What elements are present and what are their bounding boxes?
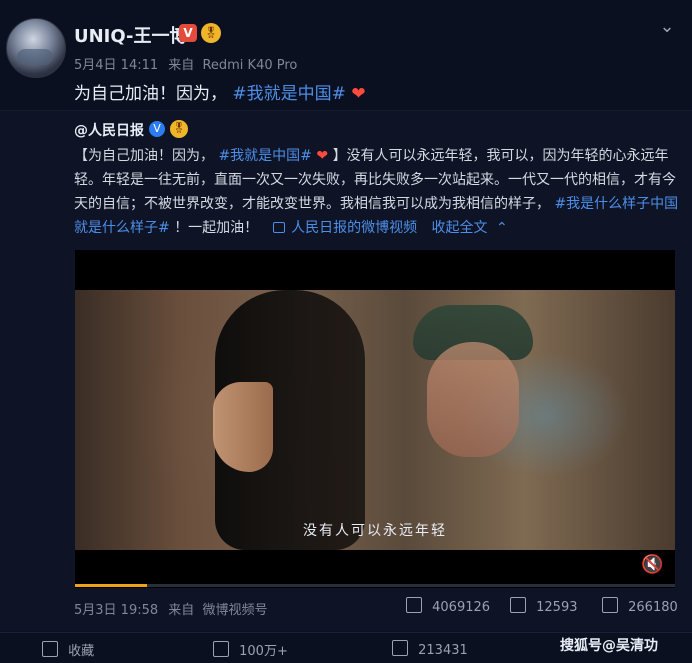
chevron-down-icon[interactable]: ⌄ [654,14,680,40]
post-source: Redmi K40 Pro [202,58,298,73]
video-link-label: 人民日报的微博视频 [291,220,418,236]
quoted-medal-badge: 🎖 [170,120,188,138]
video-progress-track[interactable] [75,584,675,587]
like-icon [602,597,618,613]
hashtag-link[interactable]: #我就是中国# [232,84,346,104]
comment-icon [510,597,526,613]
favorite-button[interactable]: 收藏 [42,640,94,659]
quoted-author-mention[interactable]: @人民日报 [74,120,144,140]
collapse-link[interactable]: 收起全文 ⌃ [432,220,508,236]
video-source: 微博视频号 [202,603,268,618]
collapse-arrow-icon: ⌃ [496,220,508,236]
video-progress-fill [75,584,147,587]
video-share-stat[interactable]: 4069126 [406,597,490,615]
quoted-verified-badge: V [149,121,165,137]
quoted-hashtag-1[interactable]: #我就是中国# [218,148,311,164]
collapse-label: 收起全文 [431,220,488,236]
post-text-prefix: 为自己加油！因为， [74,84,227,104]
video-date[interactable]: 5月3日 19:58 [74,603,158,618]
author-name[interactable]: UNIQ-王一博 [74,22,187,48]
video-link[interactable]: 人民日报的微博视频 [272,220,422,236]
share-count: 4069126 [432,600,491,615]
share-button[interactable]: 100万+ [213,640,288,659]
mute-icon[interactable]: 🔇 [641,554,663,576]
quoted-text-part3: ！一起加油！ [174,220,259,236]
medal-badge: 🎖 [201,23,221,43]
like-count: 266180 [628,600,678,615]
video-subtitle: 没有人可以永远年轻 [303,523,447,539]
video-player[interactable]: 没有人可以永远年轻 🔇 [75,250,675,588]
video-comment-stat[interactable]: 12593 [510,597,578,615]
post-meta: 5月4日 14:11 来自 Redmi K40 Pro [74,54,297,73]
share-icon [406,597,422,613]
quoted-heart-icon: ❤ [316,148,329,164]
share-icon [213,641,229,657]
comment-icon [392,640,408,656]
share-label: 100万+ [239,644,288,659]
heart-icon: ❤ [351,84,366,104]
video-frame [75,290,675,550]
watermark: 搜狐号@吴清功 [560,638,658,654]
video-icon [272,222,285,233]
post-text: 为自己加油！因为， #我就是中国# ❤ [74,79,366,104]
verified-badge: V [179,24,197,42]
quoted-text-part1: 【为自己加油！因为， [74,148,214,164]
comment-label: 213431 [418,643,468,658]
video-like-stat[interactable]: 266180 [602,597,678,615]
post-source-prefix: 来自 [168,58,195,73]
favorite-icon [42,641,58,657]
soldier-face [427,342,519,457]
avatar[interactable] [6,18,66,78]
favorite-label: 收藏 [68,644,95,659]
comment-count: 12593 [536,600,578,615]
video-source-prefix: 来自 [168,603,195,618]
quoted-text: 【为自己加油！因为， #我就是中国# ❤ 】没有人可以永远年轻，我可以，因为年轻… [74,144,684,240]
post-timestamp[interactable]: 5月4日 14:11 [74,58,158,73]
comment-button[interactable]: 213431 [392,640,468,658]
video-meta: 5月3日 19:58 来自 微博视频号 [74,599,267,618]
